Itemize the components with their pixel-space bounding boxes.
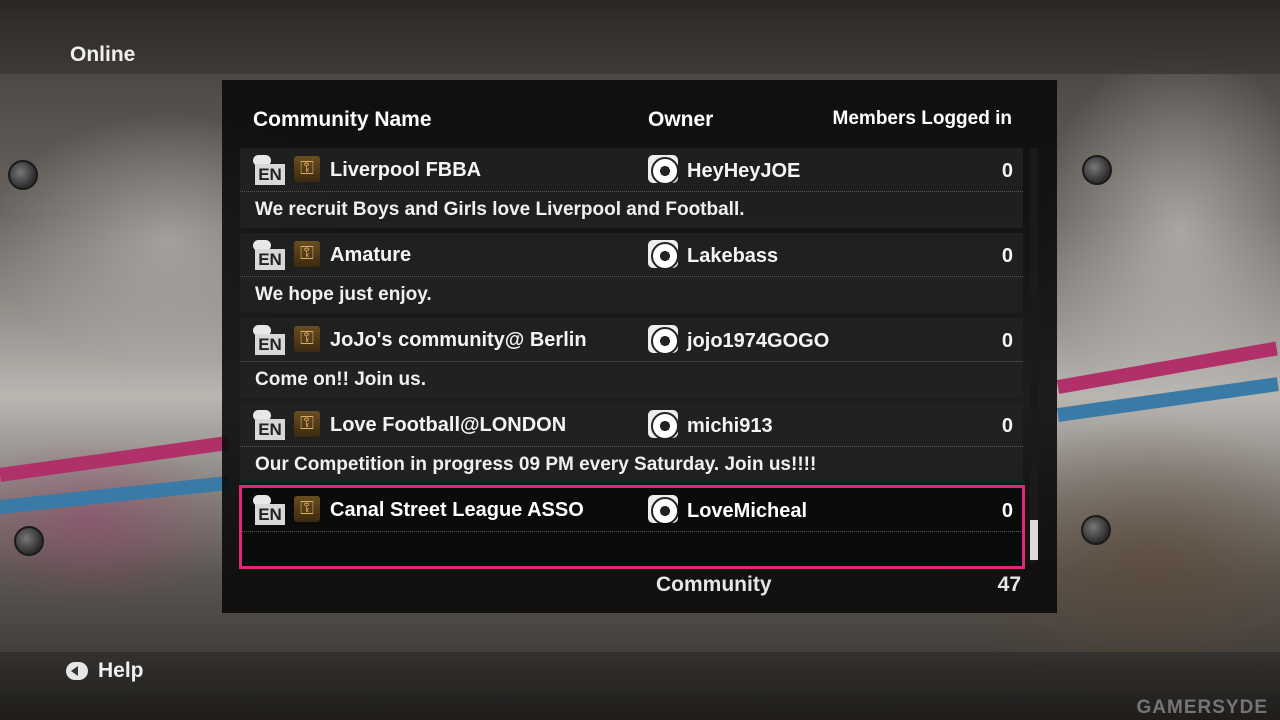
community-name: Amature [330, 244, 412, 266]
key-icon: ⚿ [294, 496, 320, 522]
community-name: JoJo's community@ Berlin [330, 329, 587, 351]
key-icon: ⚿ [294, 326, 320, 352]
rivet-decoration [14, 526, 44, 556]
community-list: EN ⚿ Liverpool FBBA HeyHeyJOE 0 We recru… [240, 148, 1023, 573]
circle-button-icon [66, 662, 88, 680]
speech-bubble-en-icon: EN [253, 155, 285, 185]
rivet-decoration [1081, 515, 1111, 545]
community-name: Liverpool FBBA [330, 159, 482, 181]
background-stripe [0, 436, 229, 482]
watermark-logo: GAMERSYDE [1136, 697, 1268, 718]
help-button[interactable]: Help [66, 659, 144, 683]
members-count: 0 [1001, 415, 1013, 437]
community-row-selected[interactable]: EN ⚿ Canal Street League ASSO LoveMichea… [240, 488, 1023, 573]
rivet-decoration [8, 160, 38, 190]
community-list-panel: Community Name Owner Members Logged in E… [222, 80, 1057, 613]
community-count-value: 47 [997, 573, 1021, 596]
football-icon [648, 240, 678, 268]
community-description: We recruit Boys and Girls love Liverpool… [255, 199, 745, 220]
community-row[interactable]: EN ⚿ Love Football@LONDON michi913 0 Our… [240, 403, 1023, 488]
community-description: We hope just enjoy. [255, 284, 432, 305]
top-bar: Online [0, 0, 1280, 74]
header-owner: Owner [648, 108, 714, 131]
members-count: 0 [1001, 500, 1013, 522]
football-icon [648, 155, 678, 183]
owner-name: HeyHeyJOE [687, 160, 801, 182]
football-icon [648, 410, 678, 438]
community-name: Love Football@LONDON [330, 414, 567, 436]
members-count: 0 [1001, 160, 1013, 182]
header-community-name: Community Name [253, 108, 432, 131]
community-row[interactable]: EN ⚿ Liverpool FBBA HeyHeyJOE 0 We recru… [240, 148, 1023, 233]
rivet-decoration [1082, 155, 1112, 185]
scrollbar-track[interactable] [1030, 148, 1038, 562]
speech-bubble-en-icon: EN [253, 410, 285, 440]
community-count-label: Community [656, 573, 772, 596]
table-header: Community Name Owner Members Logged in [222, 80, 1057, 148]
community-row[interactable]: EN ⚿ Amature Lakebass 0 We hope just enj… [240, 233, 1023, 318]
community-row[interactable]: EN ⚿ JoJo's community@ Berlin jojo1974GO… [240, 318, 1023, 403]
background-stripe [0, 475, 230, 514]
members-count: 0 [1001, 245, 1013, 267]
community-description: Our Competition in progress 09 PM every … [255, 454, 817, 475]
scrollbar-thumb[interactable] [1030, 520, 1038, 560]
owner-name: jojo1974GOGO [687, 330, 830, 352]
screen-title: Online [70, 43, 136, 66]
community-description: Come on!! Join us. [255, 369, 426, 390]
help-label: Help [98, 659, 144, 682]
community-name: Canal Street League ASSO [330, 499, 584, 521]
key-icon: ⚿ [294, 156, 320, 182]
owner-name: Lakebass [687, 245, 779, 267]
key-icon: ⚿ [294, 241, 320, 267]
owner-name: michi913 [687, 415, 773, 437]
speech-bubble-en-icon: EN [253, 495, 285, 525]
header-members-logged-in: Members Logged in [832, 108, 1012, 129]
speech-bubble-en-icon: EN [253, 240, 285, 270]
football-icon [648, 325, 678, 353]
speech-bubble-en-icon: EN [253, 325, 285, 355]
football-icon [648, 495, 678, 523]
key-icon: ⚿ [294, 411, 320, 437]
bottom-bar [0, 652, 1280, 720]
owner-name: LoveMicheal [687, 500, 808, 522]
members-count: 0 [1001, 330, 1013, 352]
